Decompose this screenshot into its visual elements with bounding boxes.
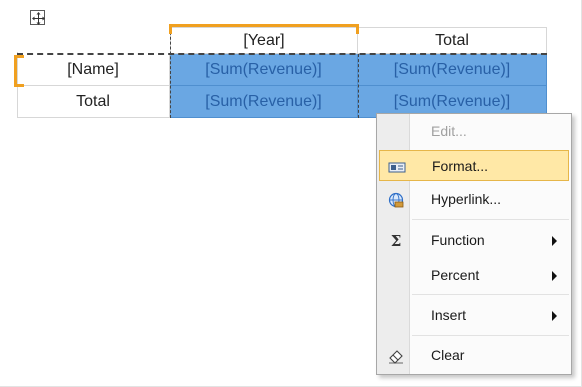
- menu-item-hyperlink[interactable]: Hyperlink...: [379, 184, 569, 215]
- menu-item-format[interactable]: Format...: [379, 150, 569, 181]
- year-field-marker-top: [169, 24, 359, 27]
- menu-separator: [412, 335, 569, 336]
- menu-item-insert[interactable]: Insert: [379, 300, 569, 331]
- menu-item-percent[interactable]: Percent: [379, 260, 569, 291]
- sum-revenue-total-cell[interactable]: [Sum(Revenue)]: [358, 54, 547, 86]
- menu-item-label: Function: [431, 232, 485, 248]
- menu-item-label: Insert: [431, 307, 467, 323]
- menu-item-label: Hyperlink...: [431, 191, 502, 207]
- pivot-grid: [Year] Total [Name] [Sum(Revenue)] [Sum(…: [14, 24, 547, 119]
- sigma-icon: Σ: [390, 232, 402, 250]
- menu-item-label: Percent: [431, 267, 480, 283]
- year-field-marker-right: [356, 24, 359, 34]
- move-handle-icon[interactable]: [30, 10, 45, 25]
- sum-revenue-cell[interactable]: [Sum(Revenue)]: [170, 54, 358, 86]
- menu-item-label: Edit...: [431, 123, 467, 139]
- menu-separator: [412, 219, 569, 220]
- year-field-marker-left: [169, 24, 172, 34]
- corner-cell[interactable]: [17, 27, 170, 54]
- submenu-arrow-icon: [552, 236, 557, 246]
- name-field-marker-top: [14, 55, 24, 58]
- submenu-arrow-icon: [552, 311, 557, 321]
- name-row-header-cell[interactable]: [Name]: [17, 54, 170, 86]
- menu-item-function[interactable]: Σ Function: [379, 225, 569, 256]
- name-field-marker-left: [14, 55, 17, 87]
- menu-item-clear[interactable]: Clear: [379, 340, 569, 371]
- grand-total-revenue-cell[interactable]: [Sum(Revenue)]: [170, 86, 358, 118]
- selection-outline-row-divider: [170, 27, 171, 118]
- year-header-cell[interactable]: [Year]: [170, 27, 358, 54]
- name-field-marker-bottom: [14, 84, 24, 87]
- format-icon: [388, 159, 406, 175]
- menu-separator: [412, 294, 569, 295]
- menu-item-edit[interactable]: Edit...: [379, 116, 569, 147]
- selection-outline-col-divider: [358, 54, 359, 118]
- menu-item-label: Clear: [431, 347, 465, 363]
- total-header-cell[interactable]: Total: [358, 27, 547, 54]
- report-designer-canvas: [Year] Total [Name] [Sum(Revenue)] [Sum(…: [0, 0, 582, 387]
- total-row-header-cell[interactable]: Total: [17, 86, 170, 118]
- hyperlink-globe-icon: [387, 192, 405, 208]
- eraser-icon: [387, 348, 405, 364]
- context-menu: Edit... Format... Hyperlink... Σ Functio…: [376, 113, 572, 375]
- submenu-arrow-icon: [552, 271, 557, 281]
- menu-item-label: Format...: [432, 158, 489, 174]
- selection-outline-top: [17, 53, 547, 55]
